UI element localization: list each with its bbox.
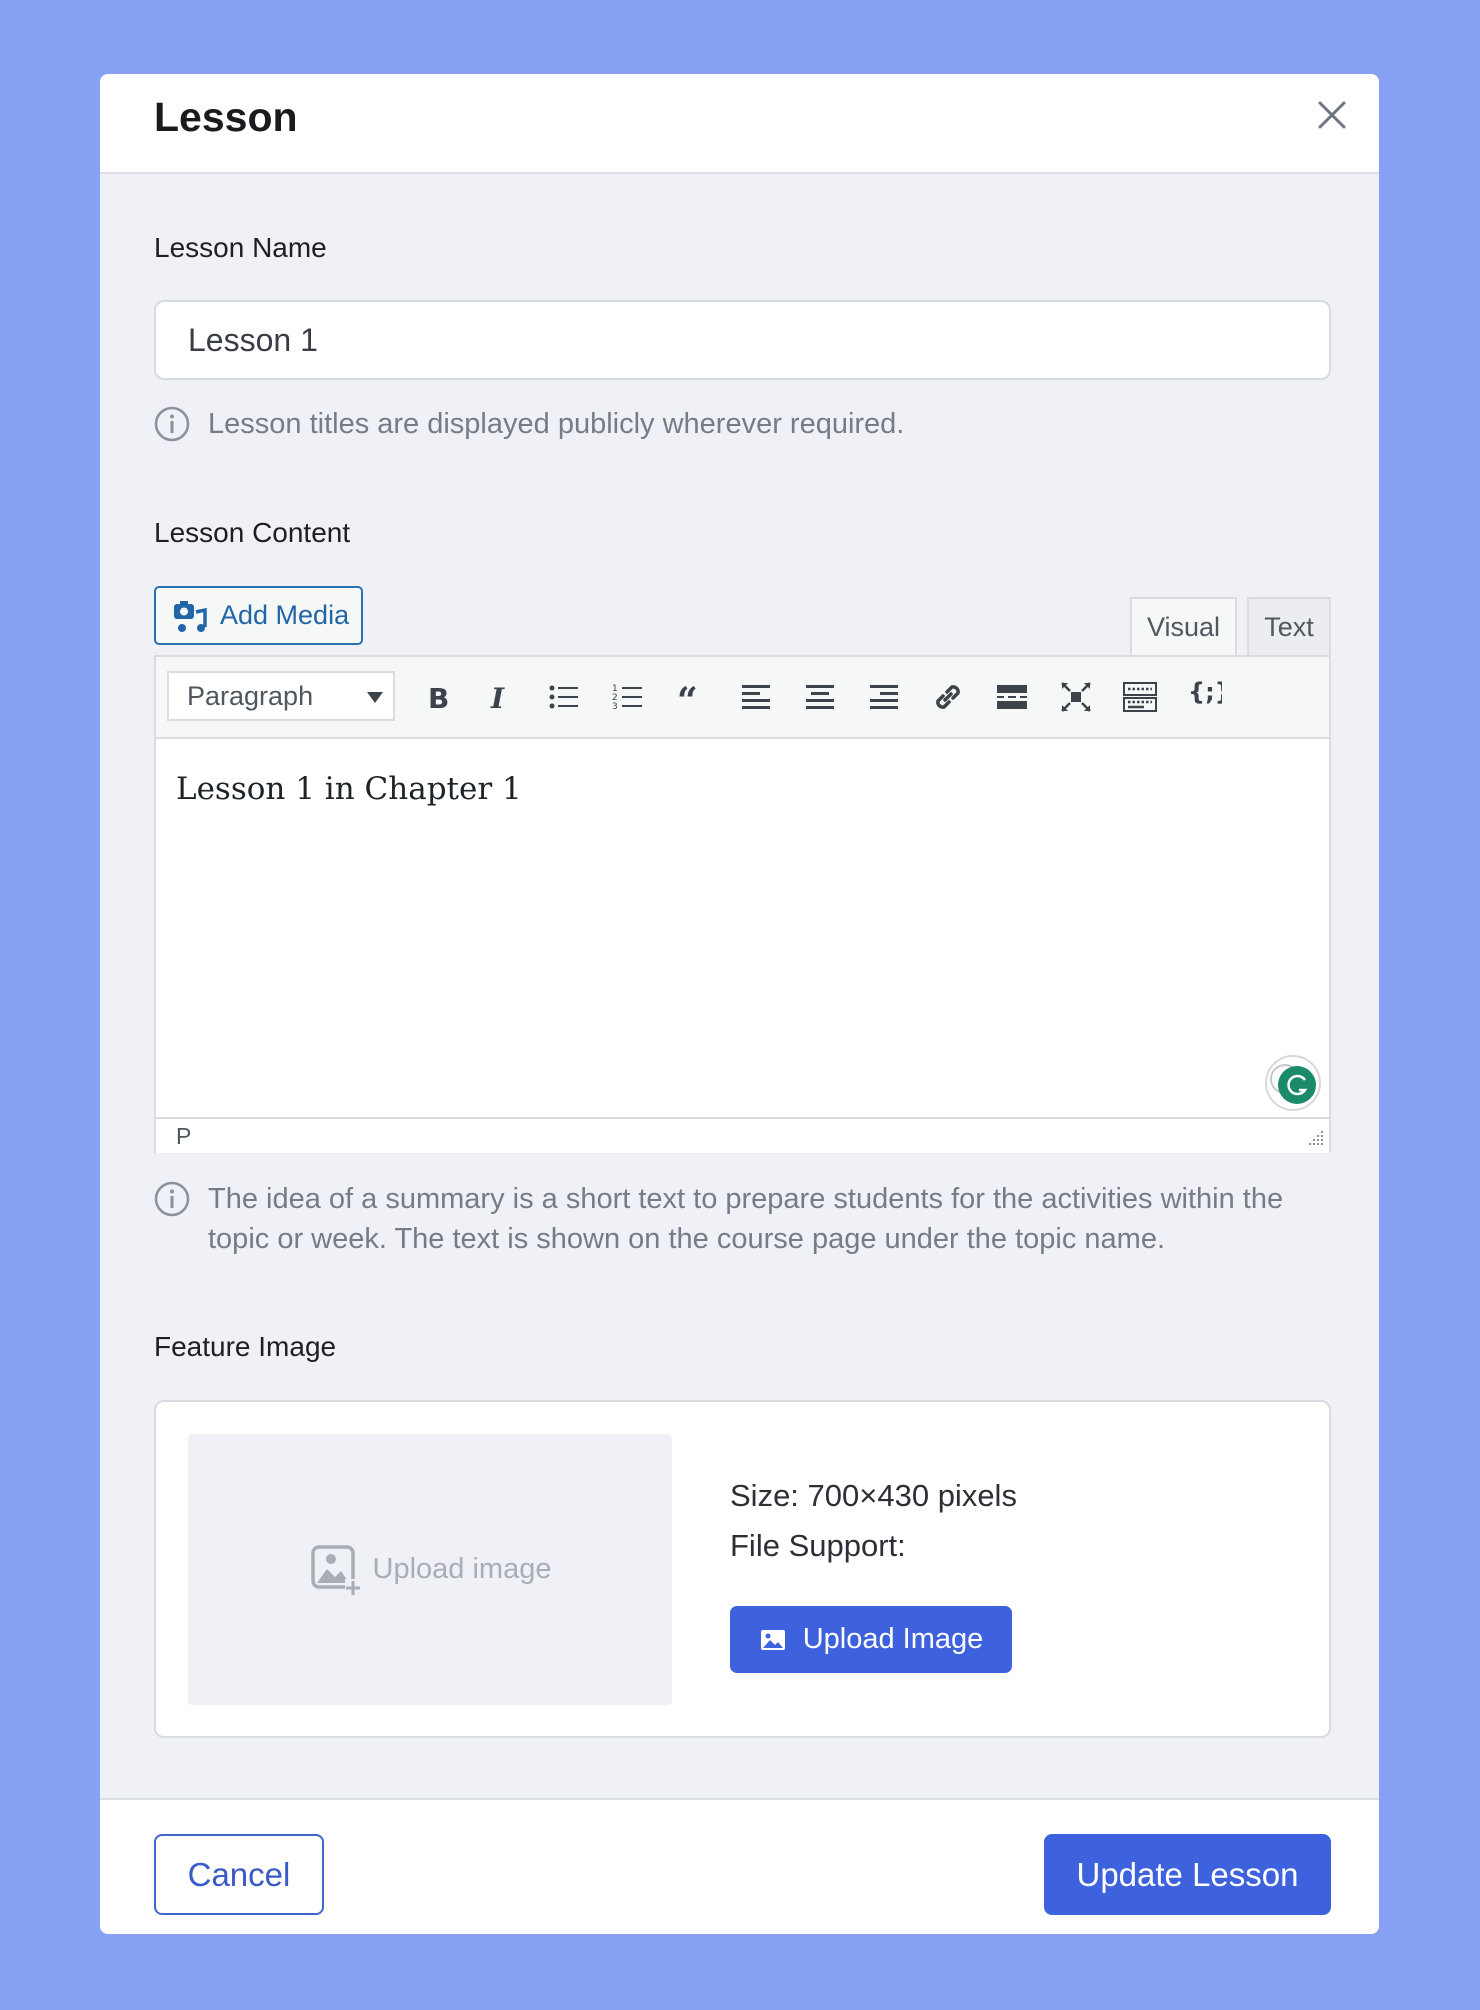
insert-link-button[interactable] [924,673,972,721]
svg-text:“: “ [677,680,698,715]
shortcode-button[interactable]: {;} [1180,667,1228,715]
info-icon [154,1181,190,1217]
rich-text-editor: Paragraph B I 1 2 3 “ {; Lesson 1 in Cha… [154,655,1331,1153]
bold-button[interactable]: B [413,673,461,721]
media-icon [174,600,207,632]
add-media-label: Add Media [220,600,350,630]
lesson-name-help: Lesson titles are displayed publicly whe… [154,404,904,444]
element-path[interactable]: P [176,1123,191,1150]
editor-content-text: Lesson 1 in Chapter 1 [176,771,522,807]
cancel-button[interactable]: Cancel [154,1834,324,1915]
tab-visual[interactable]: Visual [1130,597,1237,655]
lesson-name-input[interactable] [154,300,1331,380]
italic-button[interactable]: I [476,673,524,721]
lesson-content-help-text: The idea of a summary is a short text to… [208,1183,1284,1255]
resize-handle-icon[interactable] [1305,1129,1325,1149]
shortcode-icon: {;} [1188,678,1222,706]
feature-image-label: Feature Image [154,1331,337,1362]
fullscreen-icon [1061,682,1091,712]
svg-text:{;}: {;} [1188,678,1222,706]
upload-image-button[interactable]: Upload Image [730,1606,1012,1673]
align-left-icon [742,685,770,709]
image-size-text: Size: 700×430 pixels [730,1478,1017,1513]
svg-text:I: I [490,682,505,715]
bulleted-list-icon [549,685,578,709]
italic-icon: I [490,682,505,715]
fullscreen-button[interactable] [1052,673,1100,721]
align-right-icon [870,685,898,709]
link-icon [936,685,960,709]
lesson-content-label: Lesson Content [154,517,351,548]
blockquote-button[interactable]: “ [668,673,716,721]
align-left-button[interactable] [732,673,780,721]
toolbar-toggle-button[interactable] [1116,673,1164,721]
format-select-value: Paragraph [187,680,314,711]
read-more-button[interactable] [988,673,1036,721]
format-select[interactable]: Paragraph [167,671,395,721]
editor-toolbar: Paragraph B I 1 2 3 “ {; [156,657,1329,739]
update-lesson-button[interactable]: Update Lesson [1044,1834,1331,1915]
editor-statusbar: P [156,1117,1329,1153]
upload-image-button-label: Upload Image [802,1623,984,1655]
lesson-modal: Lesson Lesson Name Lesson titles are dis… [100,74,1379,1934]
align-center-icon [806,685,834,709]
align-center-button[interactable] [796,673,844,721]
tab-text[interactable]: Text [1247,597,1331,655]
numbered-list-icon: 1 2 3 [612,684,642,712]
feature-image-box: Upload image Size: 700×430 pixels File S… [154,1400,1331,1738]
bold-icon: B [428,682,449,715]
image-icon [760,1629,785,1650]
lesson-content-help: The idea of a summary is a short text to… [154,1179,1331,1259]
bulleted-list-button[interactable] [540,673,588,721]
modal-title: Lesson [154,94,298,140]
svg-text:3: 3 [612,702,618,712]
close-button[interactable] [1315,98,1349,132]
lesson-name-label: Lesson Name [154,232,327,263]
blockquote-icon: “ [677,680,698,715]
modal-header: Lesson [100,74,1379,174]
keyboard-icon [1123,682,1157,712]
numbered-list-button[interactable]: 1 2 3 [604,673,652,721]
file-support-text: File Support: [730,1528,906,1563]
read-more-icon [997,685,1027,709]
lesson-name-help-text: Lesson titles are displayed publicly whe… [208,408,905,440]
align-right-button[interactable] [860,673,908,721]
editor-content-area[interactable]: Lesson 1 in Chapter 1 [156,739,1329,1117]
close-icon [1318,101,1346,129]
info-icon [154,406,190,442]
grammarly-icon[interactable] [1263,1053,1323,1113]
svg-text:B: B [428,682,449,715]
add-media-button[interactable]: Add Media [154,586,363,645]
modal-footer: Cancel Update Lesson [100,1798,1379,1934]
add-image-icon [310,1544,361,1595]
upload-image-placeholder[interactable]: Upload image [188,1434,672,1705]
chevron-down-icon [367,692,383,703]
upload-image-placeholder-label: Upload image [372,1553,552,1585]
